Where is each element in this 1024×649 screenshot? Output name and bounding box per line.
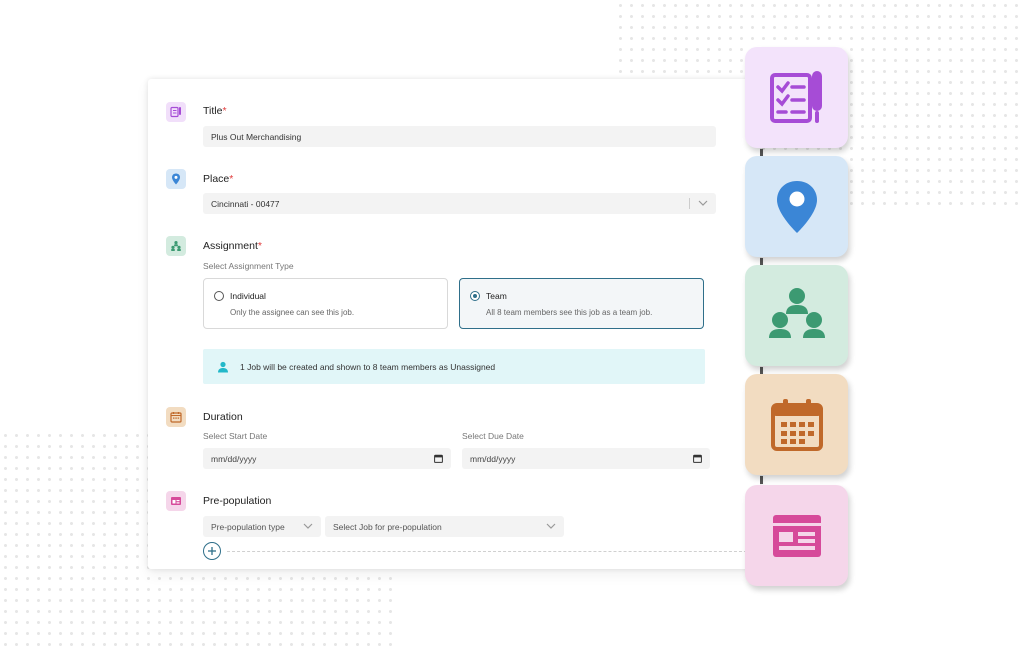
user-icon	[217, 360, 229, 378]
layout-tile	[745, 485, 848, 586]
select-divider	[689, 198, 690, 209]
assignment-subtitle: Select Assignment Type	[203, 261, 294, 271]
due-date-placeholder: mm/dd/yyyy	[470, 453, 516, 464]
team-tile	[745, 265, 848, 366]
location-pin-icon	[166, 169, 186, 189]
radio-individual[interactable]	[214, 291, 224, 301]
chevron-down-icon[interactable]	[698, 199, 708, 209]
duration-label: Duration	[203, 411, 243, 423]
option-individual-label: Individual	[230, 291, 266, 301]
location-pin-icon	[776, 180, 817, 233]
chevron-down-icon[interactable]	[546, 522, 556, 532]
place-label: Place*	[203, 173, 234, 185]
calendar-icon	[166, 407, 186, 427]
due-date-input[interactable]: mm/dd/yyyy	[462, 448, 710, 469]
calendar-picker-icon[interactable]	[434, 454, 443, 465]
prepopulation-type-placeholder: Pre-population type	[211, 521, 285, 532]
divider	[227, 551, 747, 552]
plus-icon	[208, 547, 216, 555]
checklist-icon	[166, 102, 186, 122]
title-label: Title*	[203, 105, 227, 117]
start-date-placeholder: mm/dd/yyyy	[211, 453, 257, 464]
place-value: Cincinnati - 00477	[211, 198, 280, 209]
prepopulation-label: Pre-population	[203, 495, 272, 507]
team-icon	[166, 236, 186, 256]
calendar-picker-icon[interactable]	[693, 454, 702, 465]
calendar-tile	[745, 374, 848, 475]
title-input[interactable]: Plus Out Merchandising	[203, 126, 716, 147]
title-value: Plus Out Merchandising	[211, 131, 302, 142]
team-icon	[768, 287, 825, 338]
chevron-down-icon[interactable]	[303, 522, 313, 532]
start-date-label: Select Start Date	[203, 431, 268, 441]
option-team-description: All 8 team members see this job as a tea…	[486, 308, 653, 317]
add-button[interactable]	[203, 542, 221, 560]
location-tile	[745, 156, 848, 257]
job-form-card: Title* Plus Out Merchandising Place* Cin…	[148, 79, 760, 569]
calendar-icon	[770, 398, 823, 451]
radio-team[interactable]	[470, 291, 480, 301]
checklist-icon	[769, 70, 822, 123]
layout-icon	[772, 514, 821, 557]
option-individual-description: Only the assignee can see this job.	[230, 308, 355, 317]
assignment-info-text: 1 Job will be created and shown to 8 tea…	[240, 362, 496, 372]
assignment-option-individual[interactable]: Individual Only the assignee can see thi…	[203, 278, 448, 329]
assignment-option-team[interactable]: Team All 8 team members see this job as …	[459, 278, 704, 329]
assignment-label: Assignment*	[203, 240, 262, 252]
checklist-tile	[745, 47, 848, 148]
due-date-label: Select Due Date	[462, 431, 524, 441]
place-select[interactable]: Cincinnati - 00477	[203, 193, 716, 214]
tile-connector	[760, 476, 763, 484]
layout-icon	[166, 491, 186, 511]
prepopulation-job-select[interactable]: Select Job for pre-population	[325, 516, 564, 537]
start-date-input[interactable]: mm/dd/yyyy	[203, 448, 451, 469]
prepopulation-type-select[interactable]: Pre-population type	[203, 516, 321, 537]
assignment-info-banner: 1 Job will be created and shown to 8 tea…	[203, 349, 705, 384]
option-team-label: Team	[486, 291, 507, 301]
prepopulation-job-placeholder: Select Job for pre-population	[333, 521, 442, 532]
